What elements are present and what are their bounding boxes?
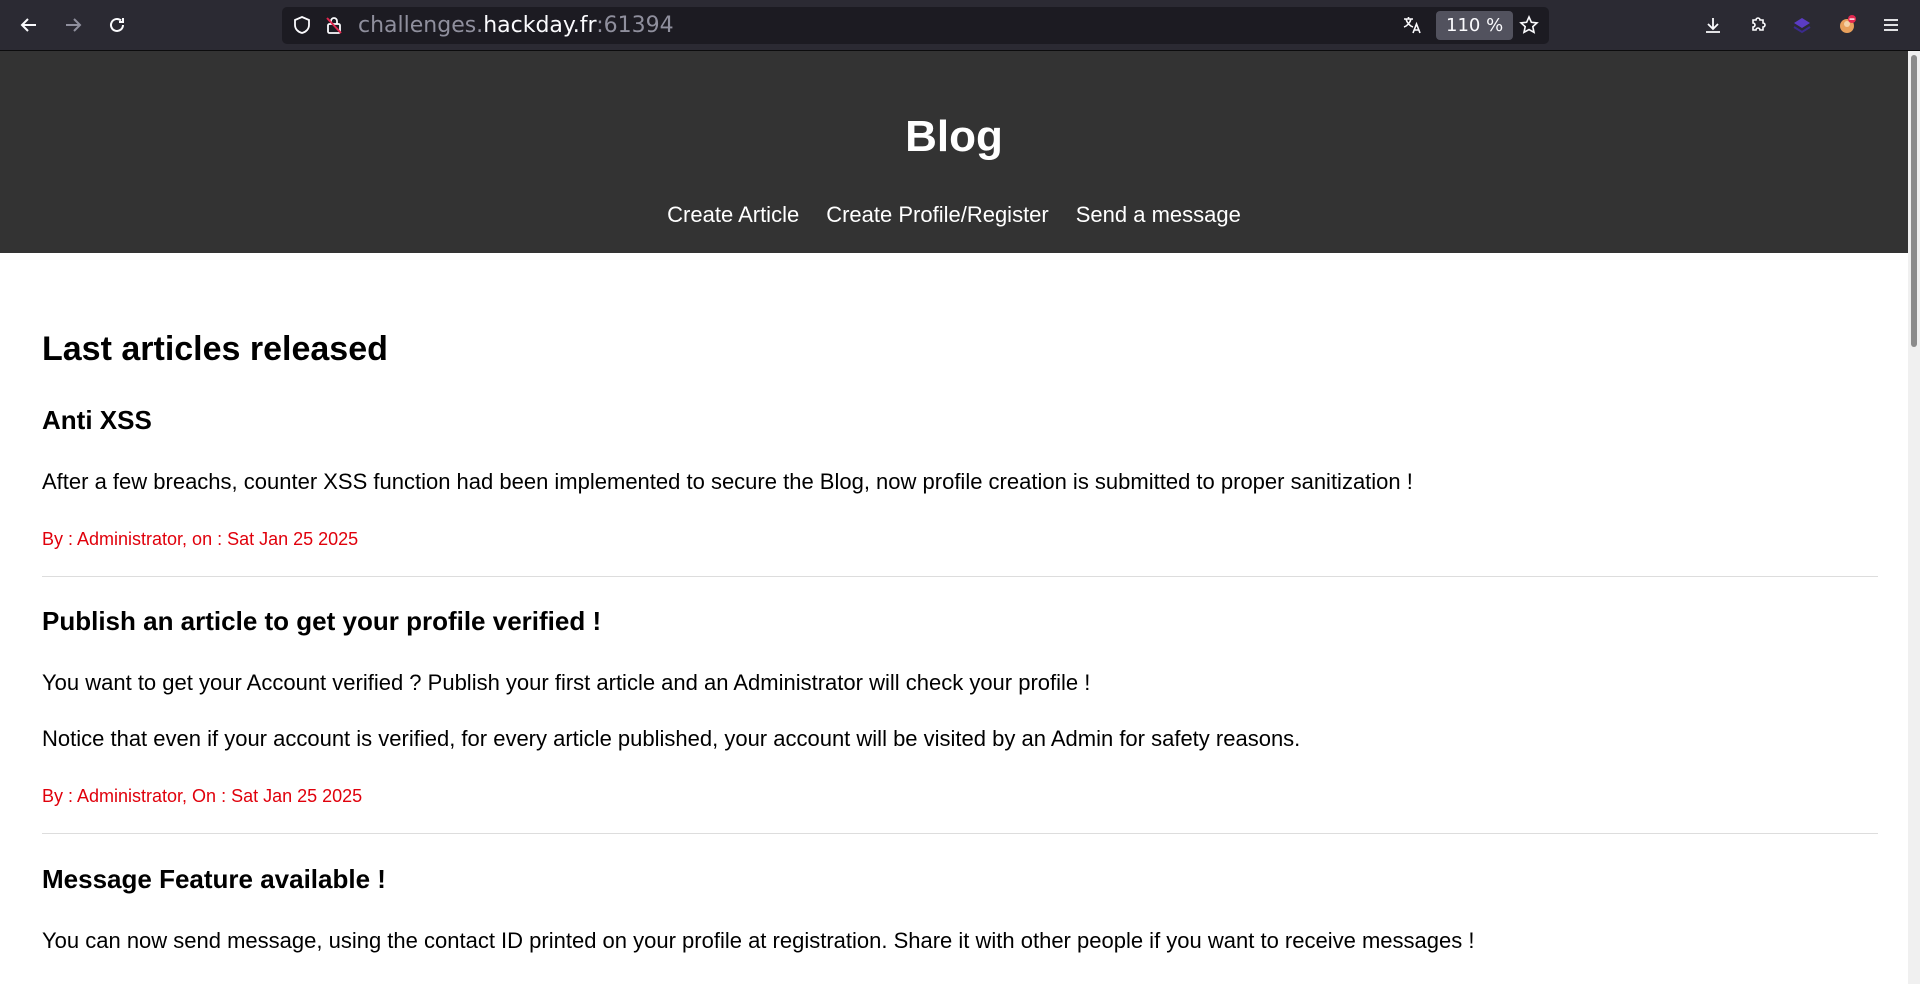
back-arrow-icon — [20, 18, 36, 32]
layers-extension-icon — [1793, 18, 1811, 34]
extensions-button[interactable] — [1742, 9, 1774, 41]
forward-arrow-icon — [66, 18, 82, 32]
back-button[interactable] — [13, 9, 45, 41]
app-menu-button[interactable] — [1875, 9, 1907, 41]
avatar-extension-icon — [1840, 15, 1856, 33]
article-paragraph: After a few breachs, counter XSS functio… — [42, 469, 1413, 494]
hamburger-menu-icon — [1884, 19, 1898, 31]
zoom-level-badge[interactable]: 110 % — [1436, 11, 1514, 40]
scrollbar-thumb[interactable] — [1911, 55, 1917, 347]
forward-button[interactable] — [57, 9, 89, 41]
insecure-lock-icon[interactable] — [324, 15, 344, 35]
page-scrollbar[interactable] — [1908, 51, 1920, 984]
translate-icon[interactable] — [1402, 15, 1422, 35]
puzzle-icon — [1752, 17, 1766, 31]
article-title: Anti XSS — [42, 405, 152, 435]
downloads-button[interactable] — [1697, 9, 1729, 41]
nav-create-article[interactable]: Create Article — [667, 199, 799, 231]
browser-toolbar: challenges.hackday.fr:61394 110 % — [0, 0, 1920, 51]
bookmark-star-icon[interactable] — [1519, 15, 1539, 35]
article-divider — [42, 833, 1878, 834]
site-title: Blog — [905, 112, 1003, 161]
article-paragraph: Notice that even if your account is veri… — [42, 726, 1301, 751]
main-nav: Create Article Create Profile/Register S… — [0, 199, 1908, 231]
article-paragraph: You can now send message, using the cont… — [42, 928, 1475, 953]
extension-purple-button[interactable] — [1786, 9, 1818, 41]
url-text[interactable]: challenges.hackday.fr:61394 — [358, 7, 674, 44]
article-paragraph: You want to get your Account verified ? … — [42, 670, 1091, 695]
extension-avatar-button[interactable] — [1831, 9, 1863, 41]
article-meta: By : Administrator, On : Sat Jan 25 2025 — [42, 786, 363, 806]
article-title: Publish an article to get your profile v… — [42, 606, 602, 636]
reload-icon — [110, 17, 124, 32]
nav-create-profile-register[interactable]: Create Profile/Register — [826, 199, 1049, 231]
article-divider — [42, 576, 1878, 577]
nav-send-message[interactable]: Send a message — [1076, 199, 1241, 231]
address-bar[interactable]: challenges.hackday.fr:61394 110 % — [282, 7, 1549, 44]
site-header: Blog Create Article Create Profile/Regis… — [0, 51, 1908, 253]
article-title: Message Feature available ! — [42, 864, 386, 894]
shield-icon[interactable] — [292, 15, 312, 35]
section-title: Last articles released — [42, 330, 388, 368]
download-icon — [1706, 18, 1720, 33]
article-meta: By : Administrator, on : Sat Jan 25 2025 — [42, 529, 359, 549]
reload-button[interactable] — [101, 9, 133, 41]
